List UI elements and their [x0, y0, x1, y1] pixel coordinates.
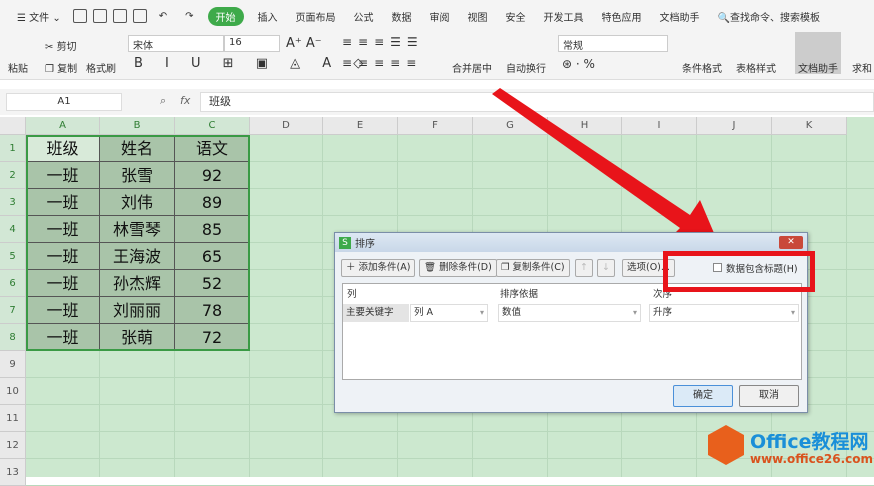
add-condition-button[interactable]: ＋ 添加条件(A)	[341, 259, 416, 277]
sort-conditions-table: 列 排序依据 次序 主要关键字 列 A 数值 升序	[342, 283, 802, 380]
watermark-title: Office教程网	[750, 431, 869, 453]
add-label: 添加条件(A)	[358, 262, 411, 273]
copy-condition-label: 复制条件(C)	[512, 262, 565, 273]
sort-basis-select[interactable]: 数值	[498, 304, 641, 322]
dialog-titlebar: S 排序	[335, 233, 807, 252]
key-column-select[interactable]: 列 A	[410, 304, 488, 322]
app-icon: S	[339, 236, 351, 249]
basis-header: 排序依据	[500, 289, 539, 300]
copy-condition-button[interactable]: ❐ 复制条件(C)	[496, 259, 570, 277]
delete-label: 删除条件(D)	[439, 262, 492, 273]
cancel-button[interactable]: 取消	[739, 385, 799, 407]
delete-condition-button[interactable]: 🗑 删除条件(D)	[419, 259, 497, 277]
sort-order-select[interactable]: 升序	[649, 304, 799, 322]
ok-button[interactable]: 确定	[673, 385, 733, 407]
primary-key-label: 主要关键字	[343, 304, 409, 322]
move-down-button[interactable]: ↓	[597, 259, 615, 277]
highlight-box	[663, 251, 815, 292]
dialog-title: 排序	[355, 239, 375, 250]
column-header: 列	[347, 289, 357, 300]
watermark-url: www.office26.com	[750, 452, 874, 466]
move-up-button[interactable]: ↑	[575, 259, 593, 277]
close-button[interactable]: ✕	[779, 236, 803, 249]
